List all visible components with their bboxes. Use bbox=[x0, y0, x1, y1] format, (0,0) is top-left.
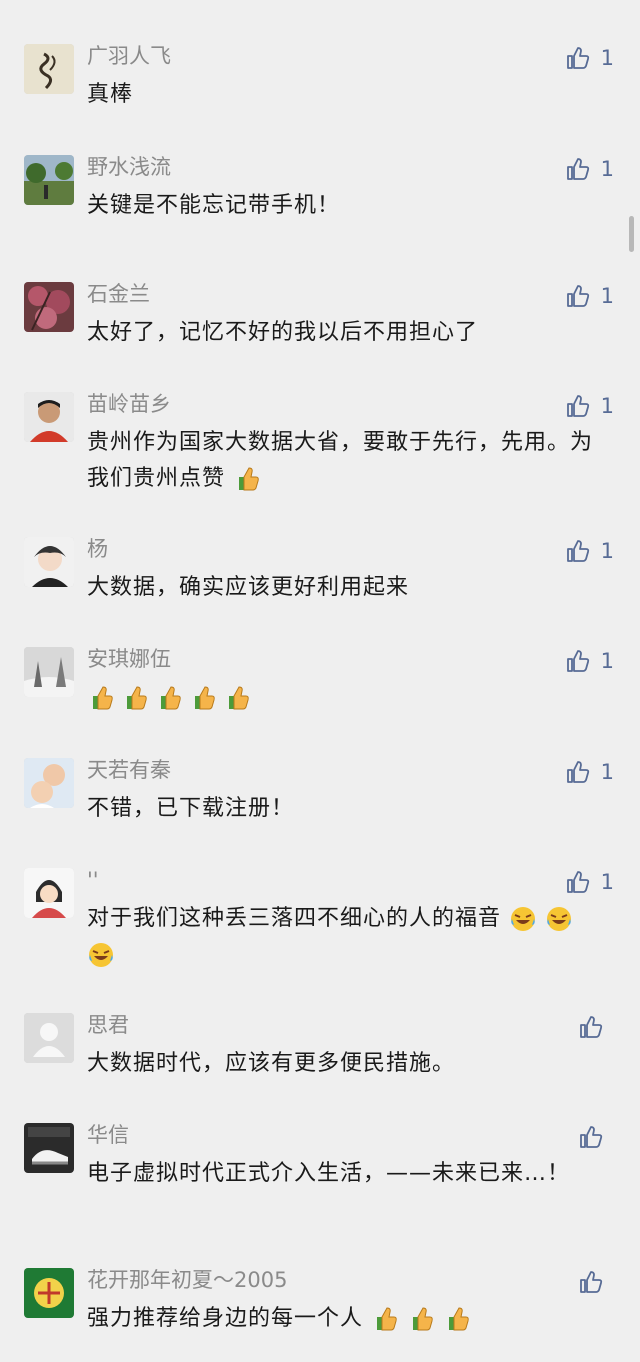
thumbs-up-emoji bbox=[371, 1305, 399, 1333]
like-count: 1 bbox=[600, 394, 614, 418]
scroll-indicator[interactable] bbox=[629, 216, 634, 252]
thumbs-up-icon bbox=[565, 869, 591, 895]
thumbs-up-emoji bbox=[87, 684, 115, 712]
commenter-name: 野水浅流 bbox=[87, 155, 171, 179]
thumbs-up-emoji bbox=[155, 684, 183, 712]
like-button[interactable]: 1 bbox=[565, 44, 614, 72]
comment-text: 大数据，确实应该更好利用起来 bbox=[87, 575, 410, 600]
thumbs-up-icon bbox=[565, 393, 591, 419]
thumbs-up-emoji bbox=[407, 1305, 435, 1333]
like-button[interactable]: 1 bbox=[565, 155, 614, 183]
like-count: 1 bbox=[600, 870, 614, 894]
thumbs-up-emoji bbox=[121, 684, 149, 712]
avatar[interactable] bbox=[24, 868, 74, 918]
laugh-cry-emoji bbox=[545, 905, 573, 933]
thumbs-up-icon bbox=[565, 538, 591, 564]
like-button[interactable] bbox=[578, 1268, 614, 1296]
avatar[interactable] bbox=[24, 647, 74, 697]
avatar[interactable] bbox=[24, 758, 74, 808]
commenter-name: 安琪娜伍 bbox=[87, 647, 171, 671]
comment-text: 大数据时代，应该有更多便民措施。 bbox=[87, 1051, 456, 1076]
thumbs-up-icon bbox=[578, 1269, 604, 1295]
thumbs-up-icon bbox=[565, 283, 591, 309]
avatar[interactable] bbox=[24, 1268, 74, 1318]
comment-text bbox=[87, 680, 597, 716]
like-button[interactable]: 1 bbox=[565, 392, 614, 420]
commenter-name: '' bbox=[87, 868, 99, 892]
comment-text-content: 强力推荐给身边的每一个人 bbox=[87, 1306, 364, 1331]
like-button[interactable]: 1 bbox=[565, 647, 614, 675]
laugh-cry-emoji bbox=[87, 941, 115, 969]
like-button[interactable] bbox=[578, 1123, 614, 1151]
like-count: 1 bbox=[600, 46, 614, 70]
like-count: 1 bbox=[600, 539, 614, 563]
comment-text: 强力推荐给身边的每一个人 bbox=[87, 1301, 597, 1337]
comment-text-content: 贵州作为国家大数据大省，要敢于先行，先用。为我们贵州点赞 bbox=[87, 430, 594, 491]
avatar[interactable] bbox=[24, 155, 74, 205]
thumbs-up-emoji bbox=[189, 684, 217, 712]
thumbs-up-icon bbox=[565, 45, 591, 71]
commenter-name: 华信 bbox=[87, 1123, 129, 1147]
thumbs-up-icon bbox=[578, 1014, 604, 1040]
like-button[interactable]: 1 bbox=[565, 758, 614, 786]
comment-text: 关键是不能忘记带手机！ bbox=[87, 193, 341, 218]
thumbs-up-emoji bbox=[223, 684, 251, 712]
avatar[interactable] bbox=[24, 282, 74, 332]
comment-text: 真棒 bbox=[87, 82, 134, 107]
commenter-name: 天若有秦 bbox=[87, 758, 171, 782]
like-count: 1 bbox=[600, 284, 614, 308]
like-button[interactable]: 1 bbox=[565, 282, 614, 310]
comment-text: 不错，已下载注册！ bbox=[87, 796, 295, 821]
avatar[interactable] bbox=[24, 537, 74, 587]
commenter-name: 思君 bbox=[87, 1013, 129, 1037]
avatar[interactable] bbox=[24, 392, 74, 442]
emoji-row bbox=[87, 684, 251, 712]
like-button[interactable]: 1 bbox=[565, 537, 614, 565]
thumbs-up-icon bbox=[565, 759, 591, 785]
like-button[interactable] bbox=[578, 1013, 614, 1041]
thumbs-up-emoji bbox=[233, 465, 261, 493]
thumbs-up-icon bbox=[578, 1124, 604, 1150]
comment-text-content: 对于我们这种丢三落四不细心的人的福音 bbox=[87, 906, 502, 931]
commenter-name: 杨 bbox=[87, 537, 108, 561]
comment-text: 电子虚拟时代正式介入生活，——未来已来…！ bbox=[87, 1161, 571, 1186]
avatar[interactable] bbox=[24, 1013, 74, 1063]
commenter-name: 花开那年初夏～2005 bbox=[87, 1268, 288, 1292]
like-count: 1 bbox=[600, 649, 614, 673]
thumbs-up-icon bbox=[565, 156, 591, 182]
laugh-cry-emoji bbox=[509, 905, 537, 933]
comment-text: 太好了，记忆不好的我以后不用担心了 bbox=[87, 320, 479, 345]
thumbs-up-emoji bbox=[443, 1305, 471, 1333]
comment-text: 贵州作为国家大数据大省，要敢于先行，先用。为我们贵州点赞 bbox=[87, 425, 597, 497]
like-count: 1 bbox=[600, 157, 614, 181]
like-count: 1 bbox=[600, 760, 614, 784]
like-button[interactable]: 1 bbox=[565, 868, 614, 896]
thumbs-up-icon bbox=[565, 648, 591, 674]
avatar[interactable] bbox=[24, 1123, 74, 1173]
commenter-name: 苗岭苗乡 bbox=[87, 392, 171, 416]
avatar[interactable] bbox=[24, 44, 74, 94]
commenter-name: 石金兰 bbox=[87, 282, 150, 306]
comment-text: 对于我们这种丢三落四不细心的人的福音 bbox=[87, 901, 597, 973]
commenter-name: 广羽人飞 bbox=[87, 44, 171, 68]
